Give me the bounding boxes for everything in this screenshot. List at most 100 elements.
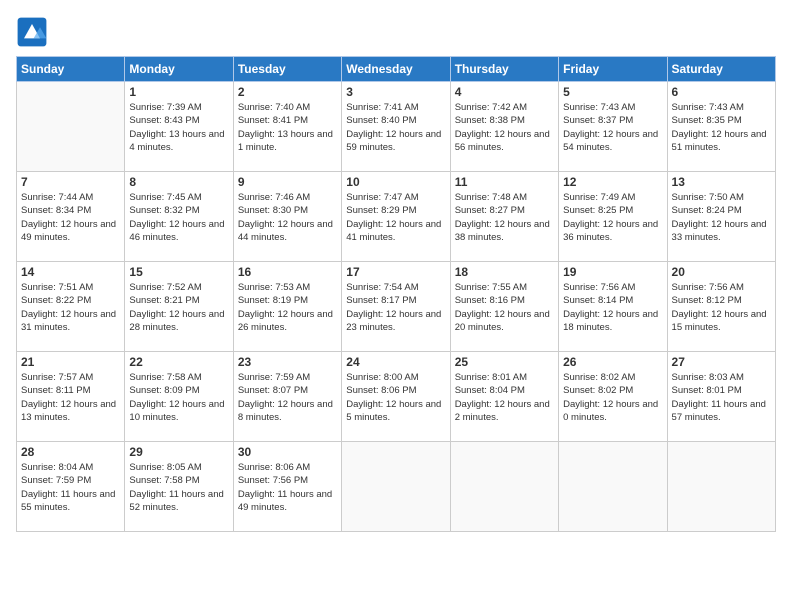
day-info: Sunrise: 8:03 AMSunset: 8:01 PMDaylight:…: [672, 371, 771, 424]
calendar-day: 18 Sunrise: 7:55 AMSunset: 8:16 PMDayligh…: [450, 262, 558, 352]
day-number: 25: [455, 355, 554, 369]
day-number: 24: [346, 355, 445, 369]
day-info: Sunrise: 7:56 AMSunset: 8:14 PMDaylight:…: [563, 281, 662, 334]
day-number: 10: [346, 175, 445, 189]
calendar-day: 13 Sunrise: 7:50 AMSunset: 8:24 PMDayligh…: [667, 172, 775, 262]
calendar-day: 1 Sunrise: 7:39 AMSunset: 8:43 PMDaylight…: [125, 82, 233, 172]
calendar-day: 8 Sunrise: 7:45 AMSunset: 8:32 PMDaylight…: [125, 172, 233, 262]
day-number: 13: [672, 175, 771, 189]
day-number: 19: [563, 265, 662, 279]
calendar-day: 22Sunrise: 7:58 AMSunset: 8:09 PMDayligh…: [125, 352, 233, 442]
day-number: 27: [672, 355, 771, 369]
day-number: 9: [238, 175, 337, 189]
calendar-day: 16 Sunrise: 7:53 AMSunset: 8:19 PMDayligh…: [233, 262, 341, 352]
day-number: 15: [129, 265, 228, 279]
day-info: Sunrise: 7:54 AMSunset: 8:17 PMDaylight:…: [346, 281, 445, 334]
calendar-table: SundayMondayTuesdayWednesdayThursdayFrid…: [16, 56, 776, 532]
calendar-day: 29 Sunrise: 8:05 AMSunset: 7:58 PMDayligh…: [125, 442, 233, 532]
calendar-day: 11 Sunrise: 7:48 AMSunset: 8:27 PMDayligh…: [450, 172, 558, 262]
day-info: Sunrise: 7:49 AMSunset: 8:25 PMDaylight:…: [563, 191, 662, 244]
day-info: Sunrise: 7:41 AMSunset: 8:40 PMDaylight:…: [346, 101, 445, 154]
day-number: 3: [346, 85, 445, 99]
weekday-header-wednesday: Wednesday: [342, 57, 450, 82]
day-info: Sunrise: 7:44 AMSunset: 8:34 PMDaylight:…: [21, 191, 120, 244]
calendar-day: 12 Sunrise: 7:49 AMSunset: 8:25 PMDayligh…: [559, 172, 667, 262]
day-info: Sunrise: 8:02 AMSunset: 8:02 PMDaylight:…: [563, 371, 662, 424]
day-number: 16: [238, 265, 337, 279]
day-number: 26: [563, 355, 662, 369]
day-number: 17: [346, 265, 445, 279]
day-number: 28: [21, 445, 120, 459]
weekday-header-row: SundayMondayTuesdayWednesdayThursdayFrid…: [17, 57, 776, 82]
day-info: Sunrise: 7:50 AMSunset: 8:24 PMDaylight:…: [672, 191, 771, 244]
weekday-header-sunday: Sunday: [17, 57, 125, 82]
calendar-day: [450, 442, 558, 532]
day-number: 18: [455, 265, 554, 279]
day-info: Sunrise: 7:48 AMSunset: 8:27 PMDaylight:…: [455, 191, 554, 244]
calendar-day: 7 Sunrise: 7:44 AMSunset: 8:34 PMDaylight…: [17, 172, 125, 262]
calendar-day: 2Sunrise: 7:40 AMSunset: 8:41 PMDaylight…: [233, 82, 341, 172]
calendar-day: 10 Sunrise: 7:47 AMSunset: 8:29 PMDayligh…: [342, 172, 450, 262]
day-info: Sunrise: 7:39 AMSunset: 8:43 PMDaylight:…: [129, 101, 228, 154]
logo-icon: [16, 16, 48, 48]
day-info: Sunrise: 7:57 AMSunset: 8:11 PMDaylight:…: [21, 371, 120, 424]
calendar-day: 17 Sunrise: 7:54 AMSunset: 8:17 PMDayligh…: [342, 262, 450, 352]
calendar-day: 28 Sunrise: 8:04 AMSunset: 7:59 PMDayligh…: [17, 442, 125, 532]
day-number: 4: [455, 85, 554, 99]
day-info: Sunrise: 7:45 AMSunset: 8:32 PMDaylight:…: [129, 191, 228, 244]
calendar-day: 3 Sunrise: 7:41 AMSunset: 8:40 PMDaylight…: [342, 82, 450, 172]
calendar-week-2: 7 Sunrise: 7:44 AMSunset: 8:34 PMDaylight…: [17, 172, 776, 262]
day-info: Sunrise: 7:51 AMSunset: 8:22 PMDaylight:…: [21, 281, 120, 334]
calendar-day: 19 Sunrise: 7:56 AMSunset: 8:14 PMDayligh…: [559, 262, 667, 352]
calendar-day: 23Sunrise: 7:59 AMSunset: 8:07 PMDayligh…: [233, 352, 341, 442]
day-number: 2: [238, 85, 337, 99]
day-number: 12: [563, 175, 662, 189]
calendar-week-3: 14 Sunrise: 7:51 AMSunset: 8:22 PMDayligh…: [17, 262, 776, 352]
calendar-day: 27 Sunrise: 8:03 AMSunset: 8:01 PMDayligh…: [667, 352, 775, 442]
weekday-header-monday: Monday: [125, 57, 233, 82]
day-info: Sunrise: 8:05 AMSunset: 7:58 PMDaylight:…: [129, 461, 228, 514]
calendar-week-1: 1 Sunrise: 7:39 AMSunset: 8:43 PMDaylight…: [17, 82, 776, 172]
day-info: Sunrise: 7:42 AMSunset: 8:38 PMDaylight:…: [455, 101, 554, 154]
day-number: 14: [21, 265, 120, 279]
day-number: 7: [21, 175, 120, 189]
day-info: Sunrise: 7:53 AMSunset: 8:19 PMDaylight:…: [238, 281, 337, 334]
day-info: Sunrise: 7:56 AMSunset: 8:12 PMDaylight:…: [672, 281, 771, 334]
day-number: 29: [129, 445, 228, 459]
day-info: Sunrise: 7:46 AMSunset: 8:30 PMDaylight:…: [238, 191, 337, 244]
calendar-day: [667, 442, 775, 532]
day-info: Sunrise: 7:52 AMSunset: 8:21 PMDaylight:…: [129, 281, 228, 334]
day-number: 6: [672, 85, 771, 99]
logo: [16, 16, 52, 48]
calendar-day: [342, 442, 450, 532]
calendar-day: [17, 82, 125, 172]
calendar-day: 9 Sunrise: 7:46 AMSunset: 8:30 PMDaylight…: [233, 172, 341, 262]
day-info: Sunrise: 8:01 AMSunset: 8:04 PMDaylight:…: [455, 371, 554, 424]
day-info: Sunrise: 8:00 AMSunset: 8:06 PMDaylight:…: [346, 371, 445, 424]
day-number: 1: [129, 85, 228, 99]
day-number: 23: [238, 355, 337, 369]
day-info: Sunrise: 7:55 AMSunset: 8:16 PMDaylight:…: [455, 281, 554, 334]
day-info: Sunrise: 7:43 AMSunset: 8:35 PMDaylight:…: [672, 101, 771, 154]
calendar-day: 30Sunrise: 8:06 AMSunset: 7:56 PMDayligh…: [233, 442, 341, 532]
day-info: Sunrise: 7:47 AMSunset: 8:29 PMDaylight:…: [346, 191, 445, 244]
day-number: 11: [455, 175, 554, 189]
calendar-day: 26 Sunrise: 8:02 AMSunset: 8:02 PMDayligh…: [559, 352, 667, 442]
calendar-day: 6 Sunrise: 7:43 AMSunset: 8:35 PMDaylight…: [667, 82, 775, 172]
calendar-week-5: 28 Sunrise: 8:04 AMSunset: 7:59 PMDayligh…: [17, 442, 776, 532]
day-number: 22: [129, 355, 228, 369]
calendar-day: 24 Sunrise: 8:00 AMSunset: 8:06 PMDayligh…: [342, 352, 450, 442]
day-info: Sunrise: 8:06 AMSunset: 7:56 PMDaylight:…: [238, 461, 337, 514]
day-number: 20: [672, 265, 771, 279]
day-info: Sunrise: 7:43 AMSunset: 8:37 PMDaylight:…: [563, 101, 662, 154]
weekday-header-thursday: Thursday: [450, 57, 558, 82]
weekday-header-tuesday: Tuesday: [233, 57, 341, 82]
day-number: 8: [129, 175, 228, 189]
day-number: 21: [21, 355, 120, 369]
calendar-day: 14 Sunrise: 7:51 AMSunset: 8:22 PMDayligh…: [17, 262, 125, 352]
day-info: Sunrise: 8:04 AMSunset: 7:59 PMDaylight:…: [21, 461, 120, 514]
calendar-day: [559, 442, 667, 532]
calendar-day: 21 Sunrise: 7:57 AMSunset: 8:11 PMDayligh…: [17, 352, 125, 442]
calendar-day: 4 Sunrise: 7:42 AMSunset: 8:38 PMDaylight…: [450, 82, 558, 172]
calendar-day: 20 Sunrise: 7:56 AMSunset: 8:12 PMDayligh…: [667, 262, 775, 352]
